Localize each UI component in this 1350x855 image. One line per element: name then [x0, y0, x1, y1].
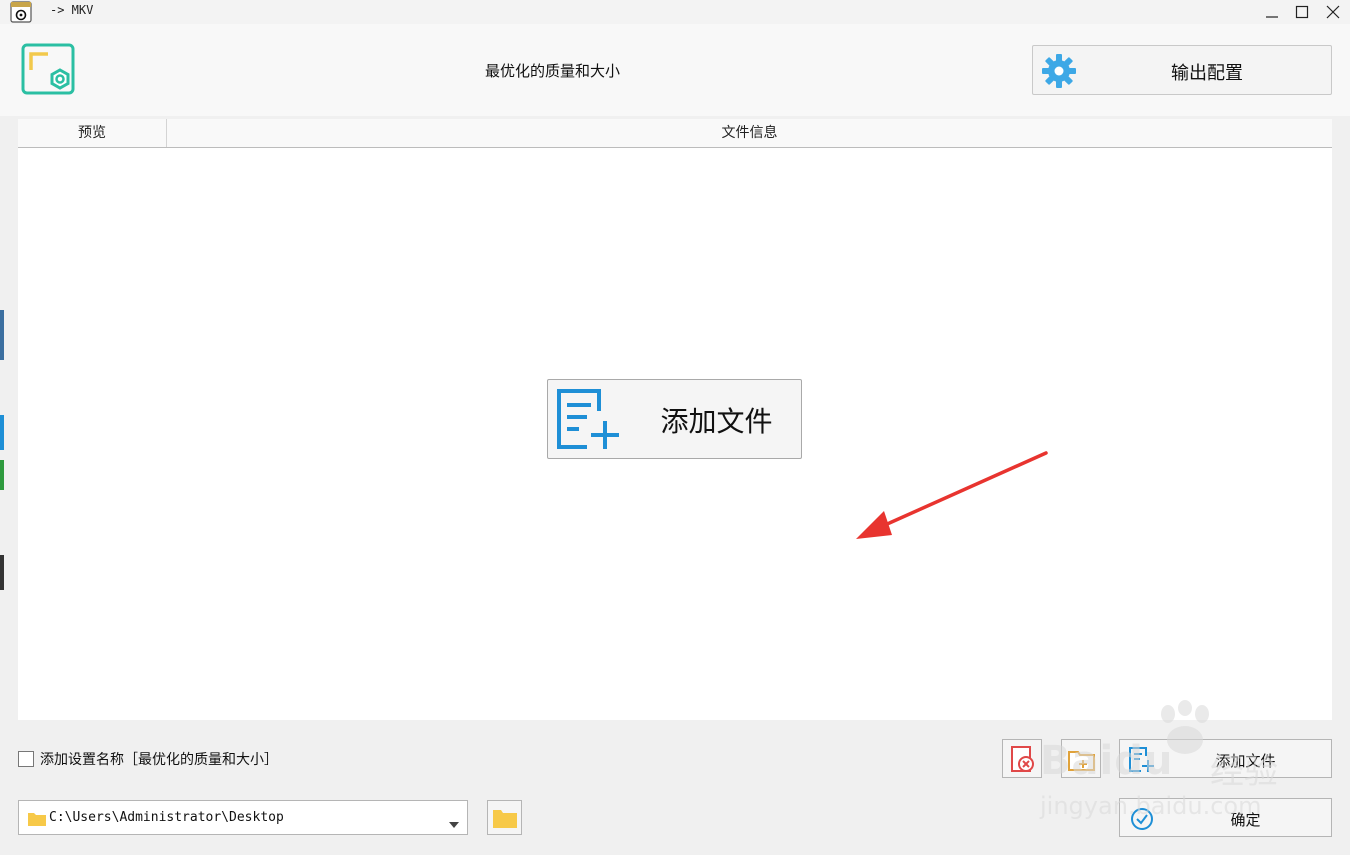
clear-list-button[interactable]: [1002, 739, 1042, 778]
folder-icon: [28, 811, 46, 826]
output-path-text: C:\Users\Administrator\Desktop: [49, 810, 284, 825]
add-setting-name-row[interactable]: 添加设置名称［最优化的质量和大小］: [18, 749, 278, 769]
output-path-dropdown[interactable]: C:\Users\Administrator\Desktop: [18, 800, 468, 835]
add-setting-name-checkbox[interactable]: [18, 751, 34, 767]
close-button[interactable]: [1318, 0, 1348, 24]
app-icon: [10, 1, 32, 23]
output-config-label: 输出配置: [1171, 63, 1243, 84]
browse-folder-button[interactable]: [487, 800, 522, 835]
add-file-icon: [1129, 747, 1154, 772]
chevron-down-icon[interactable]: [449, 814, 459, 828]
red-arrow-annotation: [848, 449, 1053, 545]
ok-button-label: 确定: [1230, 811, 1261, 829]
title-bar: -> MKV: [0, 0, 1350, 24]
header: 最优化的质量和大小 输出配置: [0, 24, 1350, 116]
check-circle-icon: [1131, 808, 1153, 830]
profile-title: 最优化的质量和大小: [484, 62, 620, 80]
add-file-button[interactable]: 添加文件: [1119, 739, 1332, 778]
gear-icon: [1041, 53, 1077, 89]
maximize-button[interactable]: [1287, 0, 1317, 24]
add-file-icon: [557, 389, 623, 451]
column-file-info[interactable]: 文件信息: [167, 119, 1332, 147]
folder-icon: [493, 810, 517, 828]
window-title: -> MKV: [50, 3, 94, 17]
add-file-label: 添加文件: [660, 405, 773, 438]
add-file-button-center[interactable]: 添加文件: [547, 379, 802, 459]
clear-file-icon: [1011, 746, 1034, 772]
left-edge-strip: [0, 30, 4, 850]
add-file-button-label: 添加文件: [1215, 752, 1276, 770]
profile-logo-icon: [20, 42, 78, 98]
ok-button[interactable]: 确定: [1119, 798, 1332, 837]
column-preview[interactable]: 预览: [18, 119, 167, 147]
add-folder-icon: [1068, 751, 1095, 771]
minimize-button[interactable]: [1257, 0, 1287, 24]
add-setting-name-label: 添加设置名称［最优化的质量和大小］: [40, 752, 278, 768]
file-list-panel[interactable]: 预览 文件信息 添加文件: [18, 119, 1332, 720]
add-folder-button[interactable]: [1061, 739, 1101, 778]
output-config-button[interactable]: 输出配置: [1032, 45, 1332, 95]
file-list-header: 预览 文件信息: [18, 119, 1332, 148]
